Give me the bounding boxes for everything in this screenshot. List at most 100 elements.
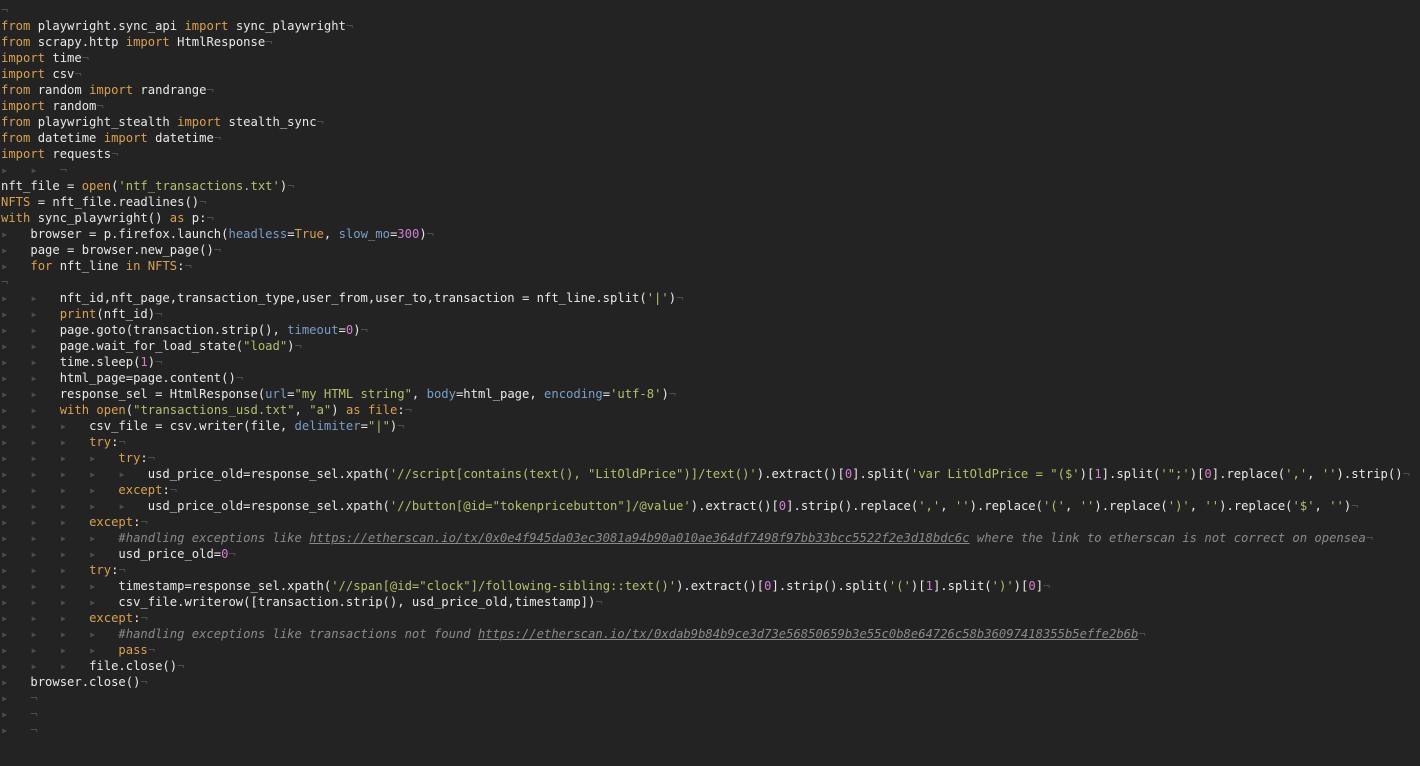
code-line[interactable]: ▸ ▸ nft_id,nft_page,transaction_type,use… [0,290,1420,306]
code-line[interactable]: ¬ [0,274,1420,290]
code-line[interactable]: ▸ ▸ ¬ [0,162,1420,178]
code-token: from [1,19,31,33]
code-line[interactable]: ▸ ▸ ▸ ▸ pass¬ [0,642,1420,658]
code-line[interactable]: ▸ ▸ ▸ ▸ ▸ usd_price_old=response_sel.xpa… [0,498,1420,514]
code-token: csv [45,67,75,81]
code-line[interactable]: ▸ ¬ [0,706,1420,722]
code-line[interactable]: ¬ [0,2,1420,18]
code-token: scrapy.http [30,35,126,49]
end-of-line-marker: ¬ [426,227,434,241]
end-of-line-marker: ¬ [1138,627,1146,641]
code-token: '' [1204,499,1220,513]
code-token: ▸ ▸ [1,403,60,417]
code-line[interactable]: ▸ ▸ ▸ ▸ usd_price_old=0¬ [0,546,1420,562]
code-token: except [118,483,163,497]
code-token: #handling exceptions like [118,531,310,545]
code-token: timestamp=response_sel.xpath( [118,579,332,593]
code-line[interactable]: ▸ ▸ print(nft_id)¬ [0,306,1420,322]
end-of-line-marker: ¬ [155,307,163,321]
code-token: ].split( [1101,467,1161,481]
code-line[interactable]: ▸ ▸ ▸ ▸ except:¬ [0,482,1420,498]
code-line[interactable]: ▸ page = browser.new_page()¬ [0,242,1420,258]
code-token: '(' [1042,499,1065,513]
code-line[interactable]: ▸ ▸ ▸ ▸ csv_file.writerow([transaction.s… [0,594,1420,610]
code-token: ) [353,323,361,337]
code-line[interactable]: ▸ browser.close()¬ [0,674,1420,690]
code-token: ▸ ▸ ▸ [1,659,90,673]
code-token: usd_price_old=response_sel.xpath( [147,499,390,513]
code-line[interactable]: from random import randrange¬ [0,82,1420,98]
code-line[interactable]: ▸ ▸ ▸ ▸ #handling exceptions like transa… [0,626,1420,642]
end-of-line-marker: ¬ [30,691,38,705]
code-line[interactable]: ▸ for nft_line in NFTS:¬ [0,258,1420,274]
code-token: as [169,211,185,225]
code-line[interactable]: ▸ browser = p.firefox.launch(headless=Tr… [0,226,1420,242]
code-line[interactable]: ▸ ▸ time.sleep(1)¬ [0,354,1420,370]
end-of-line-marker: ¬ [345,19,354,33]
code-token: ▸ ▸ [1,323,60,337]
code-token: import [1,99,46,113]
code-line[interactable]: ▸ ▸ page.wait_for_load_state("load")¬ [0,338,1420,354]
code-line[interactable]: import requests¬ [0,146,1420,162]
code-token: import [1,147,46,161]
code-line[interactable]: import time¬ [0,50,1420,66]
end-of-line-marker: ¬ [235,371,244,385]
code-token: ▸ ▸ ▸ [1,435,90,449]
code-token: response_sel = HtmlResponse( [59,387,266,401]
code-token: ].strip().split( [771,579,889,593]
code-line[interactable]: NFTS = nft_file.readlines()¬ [0,194,1420,210]
code-token: ) [661,387,669,401]
code-token: 1 [140,355,148,369]
code-token: '//script[contains(text(), "LitOldPrice"… [389,467,757,481]
code-line[interactable]: ▸ ▸ ▸ try:¬ [0,562,1420,578]
code-line[interactable]: ▸ ▸ ▸ try:¬ [0,434,1420,450]
code-line[interactable]: import csv¬ [0,66,1420,82]
code-token: : [140,451,148,465]
end-of-line-marker: ¬ [59,163,68,177]
code-token: ▸ ▸ ▸ ▸ [1,451,119,465]
code-token: open [81,179,112,193]
code-line[interactable]: ▸ ▸ with open("transactions_usd.txt", "a… [0,402,1420,418]
code-token: '' [954,499,970,513]
code-token: , [1307,467,1322,481]
code-token: page.wait_for_load_state( [59,339,244,353]
code-line[interactable]: ▸ ▸ html_page=page.content()¬ [0,370,1420,386]
code-link[interactable]: https://etherscan.io/tx/0x0e4f945da03ec3… [309,531,969,545]
code-token: : [397,403,405,417]
code-line[interactable]: from scrapy.http import HtmlResponse¬ [0,34,1420,50]
code-line[interactable]: ▸ ▸ ▸ except:¬ [0,514,1420,530]
code-token: : [162,483,170,497]
code-token: random [45,99,97,113]
code-token: with [1,211,31,225]
code-token: "a" [309,403,332,417]
code-token: ).replace( [969,499,1043,513]
code-line[interactable]: ▸ ▸ ▸ except:¬ [0,610,1420,626]
code-line[interactable]: ▸ ▸ ▸ ▸ #handling exceptions like https:… [0,530,1420,546]
code-line[interactable]: with sync_playwright() as p:¬ [0,210,1420,226]
code-editor[interactable]: ¬ from playwright.sync_api import sync_pl… [0,0,1420,766]
code-token: ).replace( [1219,499,1293,513]
code-line[interactable]: import random¬ [0,98,1420,114]
code-line[interactable]: ▸ ▸ ▸ ▸ try:¬ [0,450,1420,466]
code-line[interactable]: ▸ ▸ ▸ file.close()¬ [0,658,1420,674]
code-line[interactable]: ▸ ▸ ▸ csv_file = csv.writer(file, delimi… [0,418,1420,434]
code-line[interactable]: ▸ ¬ [0,722,1420,738]
code-token: "|" [367,419,390,433]
code-token: '//span[@id="clock"]/following-sibling::… [331,579,677,593]
code-link[interactable]: https://etherscan.io/tx/0xdab9b84b9ce3d7… [478,627,1138,641]
code-token: ) [147,355,156,369]
code-token: 'var LitOldPrice = "($' [910,467,1080,481]
code-token: , [940,499,955,513]
code-line[interactable]: ▸ ▸ page.goto(transaction.strip(), timeo… [0,322,1420,338]
code-line[interactable]: ▸ ▸ ▸ ▸ timestamp=response_sel.xpath('//… [0,578,1420,594]
code-line[interactable]: from playwright.sync_api import sync_pla… [0,18,1420,34]
code-line[interactable]: ▸ ▸ ▸ ▸ ▸ usd_price_old=response_sel.xpa… [0,466,1420,482]
code-token: from [1,131,31,145]
code-line[interactable]: ▸ ¬ [0,690,1420,706]
code-line[interactable]: from playwright_stealth import stealth_s… [0,114,1420,130]
code-line[interactable]: ▸ ▸ response_sel = HtmlResponse(url="my … [0,386,1420,402]
code-token: 300 [397,227,420,241]
code-token: = [602,387,611,401]
code-line[interactable]: from datetime import datetime¬ [0,130,1420,146]
code-line[interactable]: nft_file = open('ntf_transactions.txt')¬ [0,178,1420,194]
